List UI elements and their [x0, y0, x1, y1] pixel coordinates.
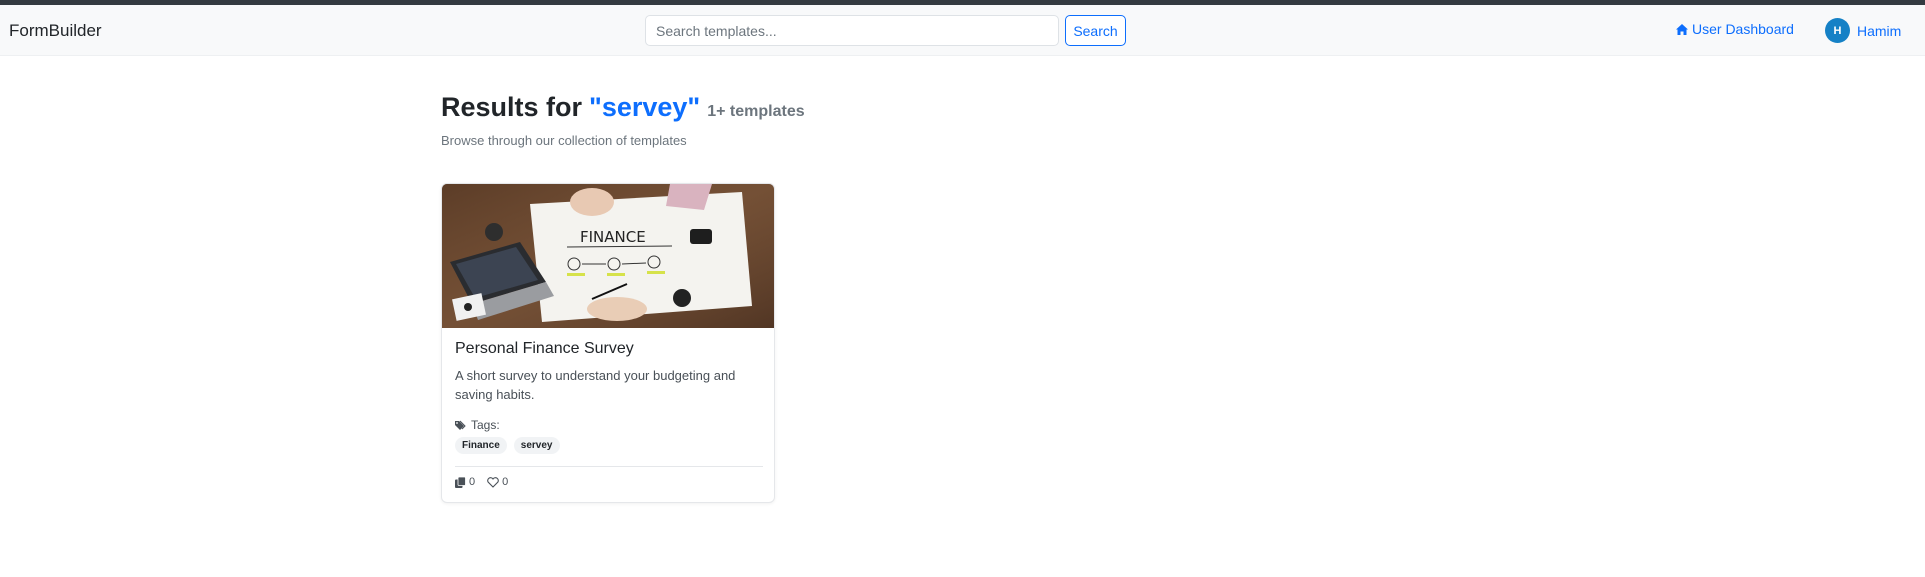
home-icon — [1676, 23, 1688, 35]
search-button[interactable]: Search — [1065, 15, 1126, 46]
results-subtitle: Browse through our collection of templat… — [441, 133, 687, 148]
brand-logo[interactable]: FormBuilder — [9, 21, 102, 41]
copy-icon — [455, 476, 466, 488]
tag-badge[interactable]: servey — [513, 437, 560, 454]
user-dashboard-label: User Dashboard — [1692, 21, 1794, 37]
search-query: "servey" — [589, 92, 701, 122]
template-stats: 0 0 — [455, 476, 508, 488]
copies-count: 0 — [469, 476, 476, 488]
avatar: H — [1825, 18, 1850, 43]
navbar: FormBuilder Search User Dashboard H Hami… — [0, 5, 1925, 56]
results-title: Results for — [441, 92, 583, 122]
template-description: A short survey to understand your budget… — [455, 368, 736, 402]
tag-badge[interactable]: Finance — [455, 437, 507, 454]
template-image: FINANCE — [442, 184, 774, 328]
likes-count: 0 — [502, 476, 509, 488]
tags-icon — [455, 420, 466, 430]
heart-icon[interactable] — [487, 476, 499, 488]
user-name: Hamim — [1857, 22, 1902, 39]
template-title[interactable]: Personal Finance Survey — [455, 340, 634, 358]
user-menu[interactable]: H Hamim — [1825, 18, 1901, 43]
copies-stat: 0 — [455, 476, 475, 488]
results-heading: Results for "servey" 1+ templates — [441, 92, 805, 123]
svg-text:FINANCE: FINANCE — [580, 228, 646, 246]
template-card[interactable]: FINANCE Personal Finance Survey A short … — [441, 183, 775, 503]
results-count: 1+ templates — [707, 103, 805, 120]
card-divider — [455, 466, 763, 467]
search-input[interactable] — [645, 15, 1059, 46]
tags-label: Tags: — [455, 418, 500, 432]
likes-stat[interactable]: 0 — [487, 476, 508, 488]
tags-label-text: Tags: — [471, 418, 500, 432]
user-dashboard-link[interactable]: User Dashboard — [1676, 21, 1794, 37]
tag-list: Finance servey — [455, 437, 560, 454]
